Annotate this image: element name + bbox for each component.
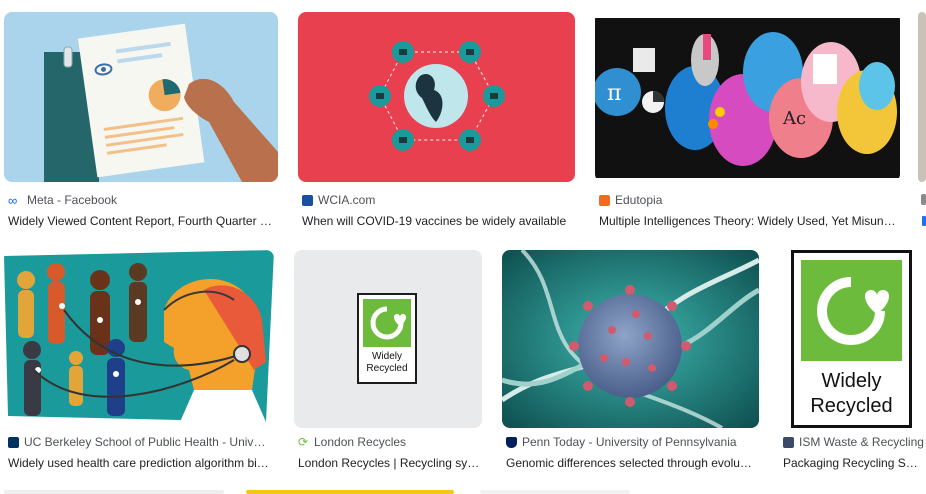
result-source[interactable]: Penn Today - University of Pennsylvania (506, 435, 758, 449)
result-title[interactable]: Genomic differences selected through evo… (506, 456, 752, 470)
svg-text:π: π (607, 81, 621, 106)
widely-recycled-label: Widely Recycled (791, 250, 912, 428)
result-thumbnail-partial[interactable] (480, 490, 630, 494)
result-source-label: Penn Today - University of Pennsylvania (522, 435, 737, 449)
result-title[interactable]: Widely used health care prediction algor… (8, 456, 270, 470)
result-source-partial (921, 194, 926, 205)
result-source[interactable]: UC Berkeley School of Public Health - Un… (8, 435, 270, 449)
result-source-label: ISM Waste & Recycling (799, 435, 924, 449)
result-source-label: Meta - Facebook (27, 193, 118, 207)
result-thumbnail[interactable]: π Ac (595, 12, 900, 182)
svg-text:Ac: Ac (782, 108, 806, 129)
result-source[interactable]: WCIA.com (302, 193, 572, 207)
result-source[interactable]: ∞ Meta - Facebook (8, 193, 276, 207)
result-title[interactable]: London Recycles | Recycling symbols expl… (298, 456, 482, 470)
penn-shield-icon (506, 436, 517, 448)
result-title[interactable]: Packaging Recycling Symbols (783, 456, 923, 470)
result-title[interactable]: Multiple Intelligences Theory: Widely Us… (599, 214, 899, 228)
recycle-label-line2: Recycled (366, 363, 408, 374)
recycle-loop-icon (817, 277, 889, 345)
recycle-icon-box (801, 260, 902, 361)
result-thumbnail[interactable] (4, 250, 274, 422)
widely-recycled-label: Widely Recycled (357, 293, 417, 384)
ism-icon (783, 436, 794, 448)
result-source[interactable]: ⟳ London Recycles (298, 435, 482, 449)
result-source-label: Edutopia (615, 193, 663, 207)
result-title-partial (922, 216, 926, 226)
result-title[interactable]: Widely Viewed Content Report, Fourth Qua… (8, 214, 276, 228)
meta-infinity-icon: ∞ (8, 193, 18, 207)
result-source[interactable]: Edutopia (599, 193, 899, 207)
london-recycles-icon: ⟳ (298, 435, 309, 449)
result-thumbnail[interactable]: Widely Recycled (779, 250, 926, 428)
result-thumbnail-partial[interactable] (4, 490, 224, 494)
result-thumbnail[interactable]: Widely Recycled (294, 250, 482, 428)
recycle-label-line2: Recycled (810, 395, 893, 417)
result-title[interactable]: When will COVID-19 vaccines be widely av… (302, 214, 572, 228)
recycle-label-line1: Widely (371, 351, 402, 362)
result-source-label: UC Berkeley School of Public Health - Un… (24, 435, 270, 449)
recycle-icon-box (363, 299, 411, 347)
edutopia-icon (599, 194, 610, 206)
result-source-label: WCIA.com (318, 193, 376, 207)
result-thumbnail[interactable] (502, 250, 759, 428)
result-source-label: London Recycles (314, 435, 407, 449)
recycle-loop-icon (370, 306, 406, 340)
berkeley-icon (8, 436, 19, 448)
result-thumbnail-partial[interactable] (918, 12, 926, 182)
result-thumbnail[interactable] (298, 12, 575, 182)
recycle-label-line1: Widely (821, 370, 882, 392)
wcia-icon (302, 194, 313, 206)
result-thumbnail-partial[interactable] (246, 490, 454, 494)
result-source[interactable]: ISM Waste & Recycling (783, 435, 926, 449)
result-thumbnail[interactable] (4, 12, 278, 182)
